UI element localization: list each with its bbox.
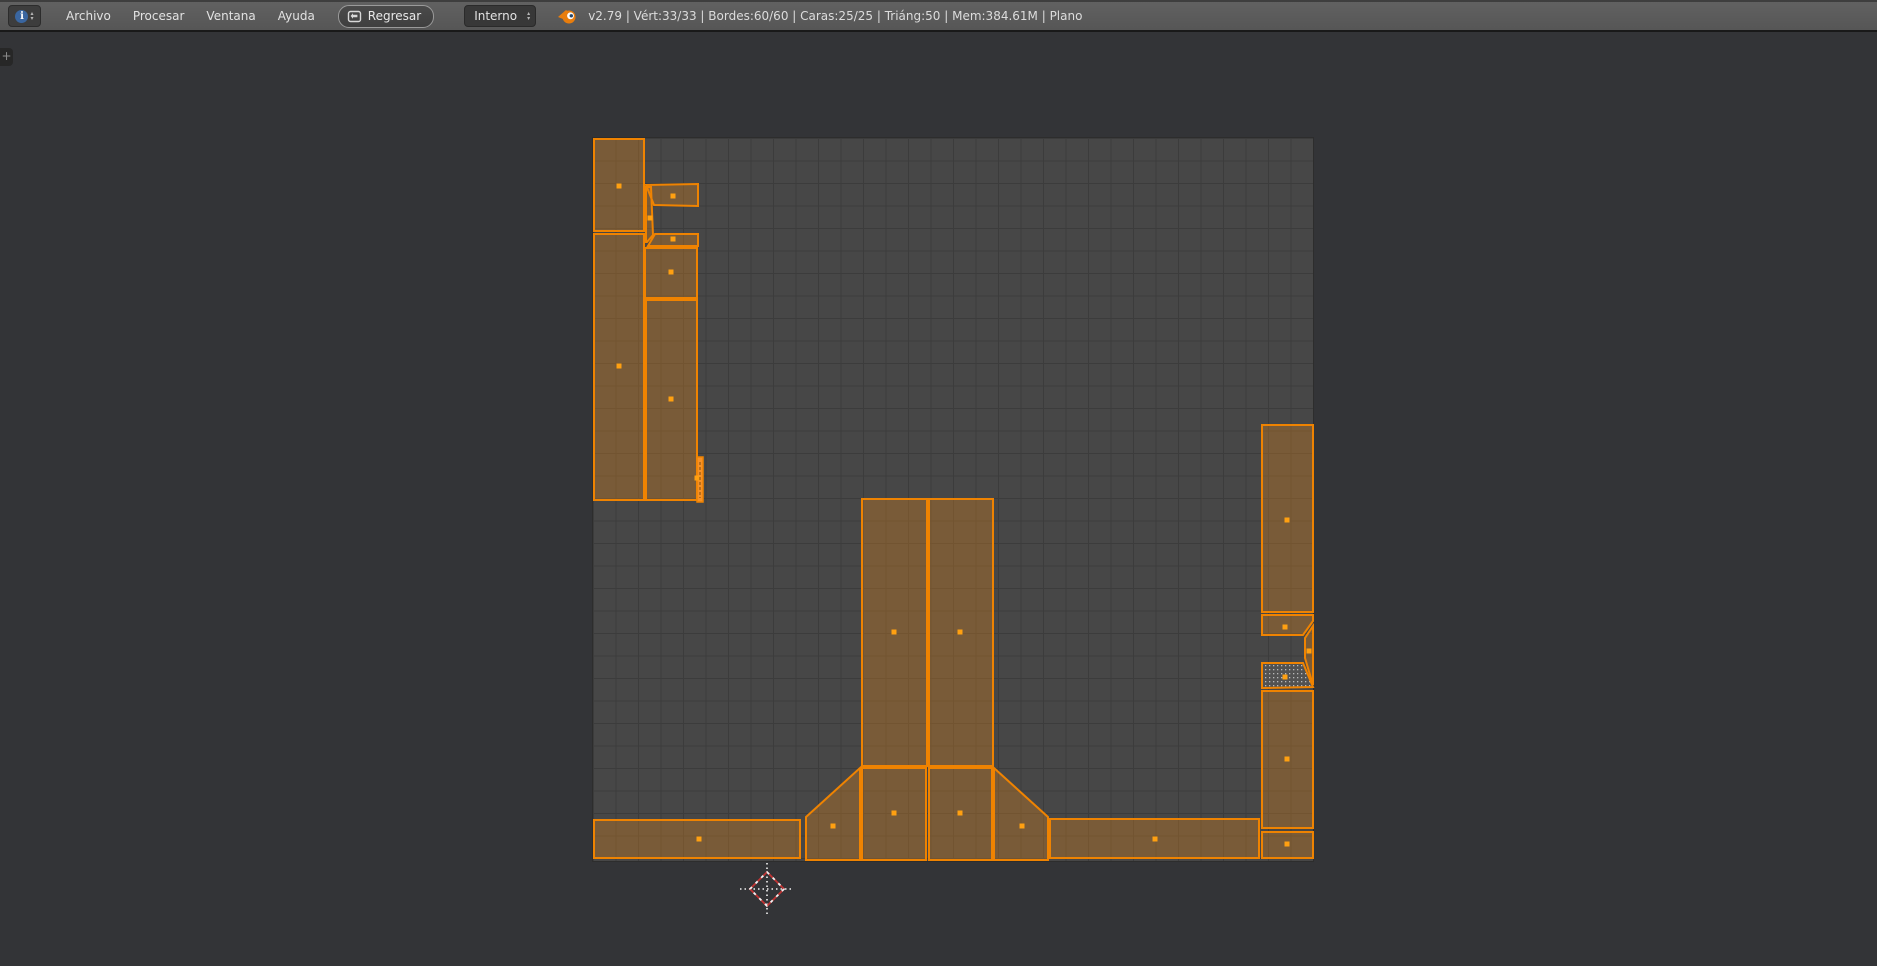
blender-logo-icon	[556, 7, 578, 25]
chevron-up-down-icon: ▴▾	[30, 11, 33, 21]
render-engine-select[interactable]: Interno ▴▾	[464, 5, 536, 27]
scene-stats-text: v2.79 | Vért:33/33 | Bordes:60/60 | Cara…	[588, 9, 1082, 23]
back-button-label: Regresar	[368, 9, 421, 23]
editor-type-button[interactable]: i ▴▾	[8, 5, 41, 27]
uv-island-group-left	[594, 139, 703, 502]
top-header-bar: i ▴▾ Archivo Procesar Ventana Ayuda Regr…	[0, 0, 1877, 32]
uv-face[interactable]	[646, 187, 653, 242]
uv-2d-cursor[interactable]	[740, 863, 794, 915]
uv-island-group-right	[1262, 425, 1313, 858]
uv-image-editor-viewport[interactable]: +	[0, 32, 1877, 966]
menu-ayuda[interactable]: Ayuda	[267, 9, 326, 23]
menu-procesar[interactable]: Procesar	[122, 9, 196, 23]
uv-island-group-center	[594, 499, 1259, 860]
menu-archivo[interactable]: Archivo	[55, 9, 122, 23]
uv-face[interactable]	[806, 768, 860, 860]
back-button[interactable]: Regresar	[338, 5, 434, 28]
info-editor-icon: i	[15, 10, 28, 23]
uv-face[interactable]	[994, 768, 1048, 860]
chevron-up-down-icon: ▴▾	[527, 11, 530, 21]
back-screen-icon	[347, 10, 362, 23]
render-engine-value: Interno	[474, 9, 527, 23]
menu-ventana[interactable]: Ventana	[195, 9, 266, 23]
uv-islands-overlay	[0, 32, 1877, 966]
